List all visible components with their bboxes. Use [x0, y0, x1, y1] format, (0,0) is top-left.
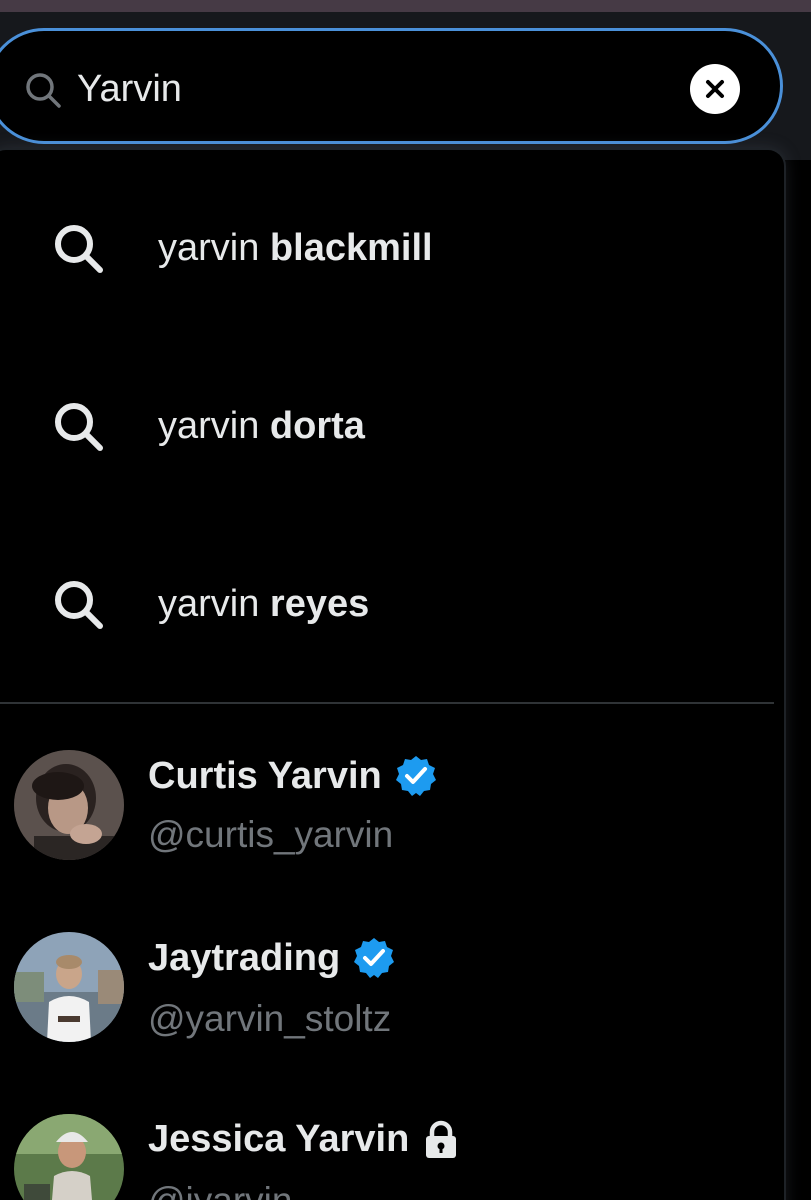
avatar [14, 1114, 124, 1200]
user-result[interactable]: Jessica Yarvin @jyarvin [0, 1108, 784, 1200]
search-input[interactable]: Yarvin [0, 28, 783, 144]
suggestion-completion: blackmill [269, 226, 433, 269]
user-name: Curtis Yarvin [148, 754, 438, 798]
user-result[interactable]: Curtis Yarvin @curtis_yarvin [0, 740, 784, 880]
user-name: Jessica Yarvin [148, 1118, 459, 1161]
verified-badge-icon [395, 756, 436, 796]
close-icon [706, 80, 724, 98]
lock-icon [426, 1120, 457, 1158]
clear-search-button[interactable] [690, 64, 740, 114]
search-icon [55, 225, 103, 273]
avatar [14, 750, 124, 860]
suggestion-text: yarvin blackmill [158, 227, 433, 270]
user-display-name: Jessica Yarvin [148, 1118, 410, 1160]
user-display-name: Jaytrading [148, 936, 341, 979]
window-top-bar [0, 0, 811, 12]
user-display-name: Curtis Yarvin [148, 754, 382, 797]
search-suggestion[interactable]: yarvin dorta [0, 346, 784, 506]
suggestion-completion: reyes [269, 582, 370, 625]
suggestion-completion: dorta [269, 404, 365, 447]
verified-badge-icon [354, 938, 395, 978]
suggestion-text: yarvin reyes [158, 583, 369, 626]
search-icon [55, 403, 103, 451]
avatar [14, 932, 124, 1042]
user-handle: @yarvin_stoltz [148, 998, 392, 1039]
search-dropdown: yarvin blackmill yarvin dorta yarvin rey… [0, 150, 784, 1200]
suggestion-prefix: yarvin [158, 226, 270, 269]
suggestion-prefix: yarvin [158, 582, 270, 625]
user-handle: @curtis_yarvin [148, 814, 394, 855]
search-suggestion[interactable]: yarvin reyes [0, 524, 784, 684]
search-query[interactable]: Yarvin [77, 65, 182, 113]
suggestion-text: yarvin dorta [158, 405, 365, 448]
user-name: Jaytrading [148, 936, 396, 980]
search-suggestion[interactable]: yarvin blackmill [0, 168, 784, 328]
search-icon [26, 73, 61, 108]
section-divider [0, 702, 774, 704]
user-result[interactable]: Jaytrading @yarvin_stoltz [0, 926, 784, 1066]
suggestion-prefix: yarvin [158, 404, 270, 447]
search-icon [55, 581, 103, 629]
user-handle: @jyarvin [148, 1180, 292, 1200]
